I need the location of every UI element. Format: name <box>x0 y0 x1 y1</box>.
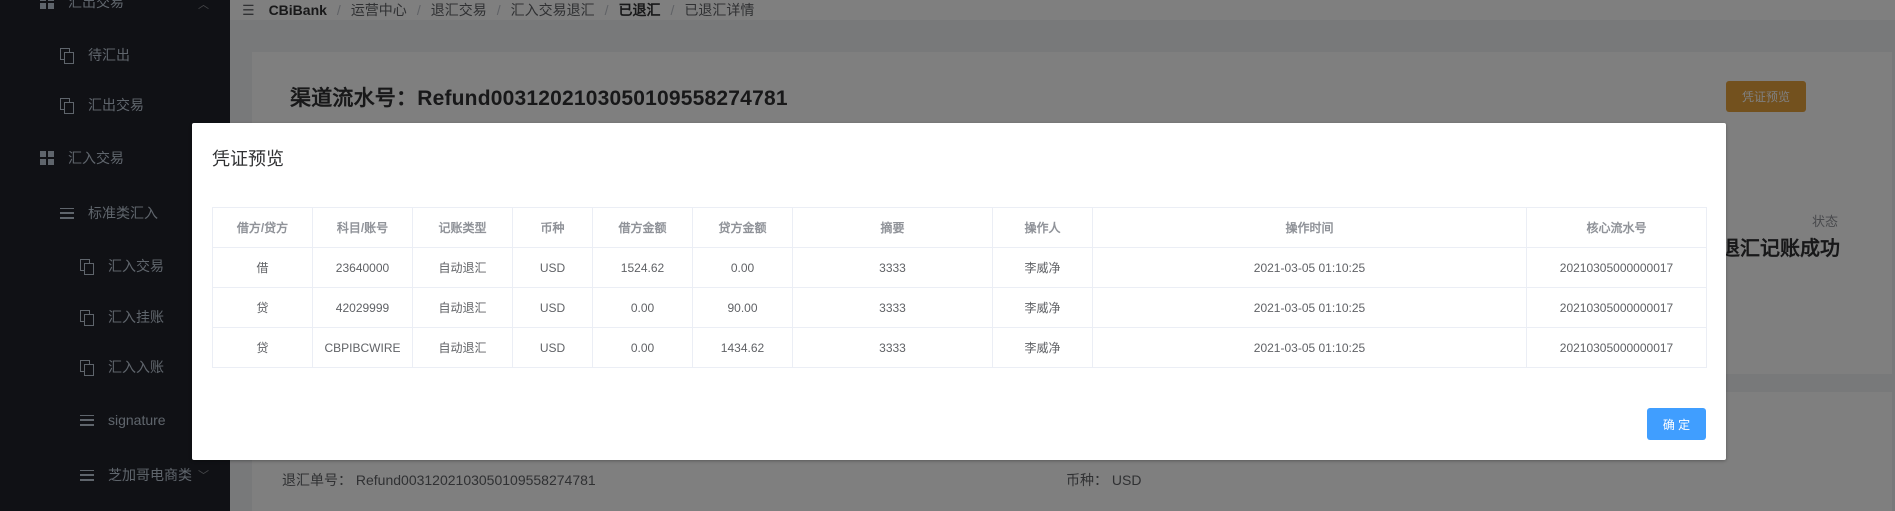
table-cell: 3333 <box>792 287 993 328</box>
column-header: 币种 <box>512 207 593 248</box>
table-row: 贷 42029999 自动退汇 USD 0.00 90.00 3333 李威净 … <box>212 287 1707 328</box>
table-cell: 贷 <box>212 327 313 368</box>
column-header: 操作时间 <box>1092 207 1527 248</box>
column-header: 核心流水号 <box>1526 207 1707 248</box>
table-cell: 20210305000000017 <box>1526 327 1707 368</box>
table-header-row: 借方/贷方 科目/账号 记账类型 币种 借方金额 贷方金额 摘要 操作人 操作时… <box>212 207 1707 248</box>
table-cell: 李威净 <box>992 287 1093 328</box>
column-header: 贷方金额 <box>692 207 793 248</box>
table-cell: 2021-03-05 01:10:25 <box>1092 287 1527 328</box>
table-cell: 90.00 <box>692 287 793 328</box>
voucher-table: 借方/贷方 科目/账号 记账类型 币种 借方金额 贷方金额 摘要 操作人 操作时… <box>212 207 1707 368</box>
table-cell: 1434.62 <box>692 327 793 368</box>
confirm-button[interactable]: 确 定 <box>1647 408 1706 440</box>
column-header: 科目/账号 <box>312 207 413 248</box>
table-cell: 0.00 <box>692 247 793 288</box>
table-cell: 贷 <box>212 287 313 328</box>
table-cell: 3333 <box>792 247 993 288</box>
table-cell: 自动退汇 <box>412 247 513 288</box>
table-cell: CBPIBCWIRE <box>312 327 413 368</box>
table-cell: 20210305000000017 <box>1526 247 1707 288</box>
voucher-preview-dialog: 凭证预览 借方/贷方 科目/账号 记账类型 币种 借方金额 贷方金额 摘要 操作… <box>192 123 1726 460</box>
table-cell: 自动退汇 <box>412 287 513 328</box>
table-cell: 自动退汇 <box>412 327 513 368</box>
table-cell: 20210305000000017 <box>1526 287 1707 328</box>
table-cell: 0.00 <box>592 327 693 368</box>
table-row: 借 23640000 自动退汇 USD 1524.62 0.00 3333 李威… <box>212 247 1707 288</box>
column-header: 记账类型 <box>412 207 513 248</box>
table-row: 贷 CBPIBCWIRE 自动退汇 USD 0.00 1434.62 3333 … <box>212 327 1707 368</box>
table-cell: USD <box>512 327 593 368</box>
table-cell: 借 <box>212 247 313 288</box>
table-cell: 2021-03-05 01:10:25 <box>1092 327 1527 368</box>
column-header: 借方金额 <box>592 207 693 248</box>
table-cell: USD <box>512 247 593 288</box>
table-cell: 0.00 <box>592 287 693 328</box>
column-header: 摘要 <box>792 207 993 248</box>
column-header: 操作人 <box>992 207 1093 248</box>
table-cell: 23640000 <box>312 247 413 288</box>
table-cell: 3333 <box>792 327 993 368</box>
table-cell: 2021-03-05 01:10:25 <box>1092 247 1527 288</box>
table-cell: USD <box>512 287 593 328</box>
table-cell: 李威净 <box>992 247 1093 288</box>
table-cell: 42029999 <box>312 287 413 328</box>
dialog-title: 凭证预览 <box>212 149 284 169</box>
table-cell: 李威净 <box>992 327 1093 368</box>
column-header: 借方/贷方 <box>212 207 313 248</box>
table-cell: 1524.62 <box>592 247 693 288</box>
